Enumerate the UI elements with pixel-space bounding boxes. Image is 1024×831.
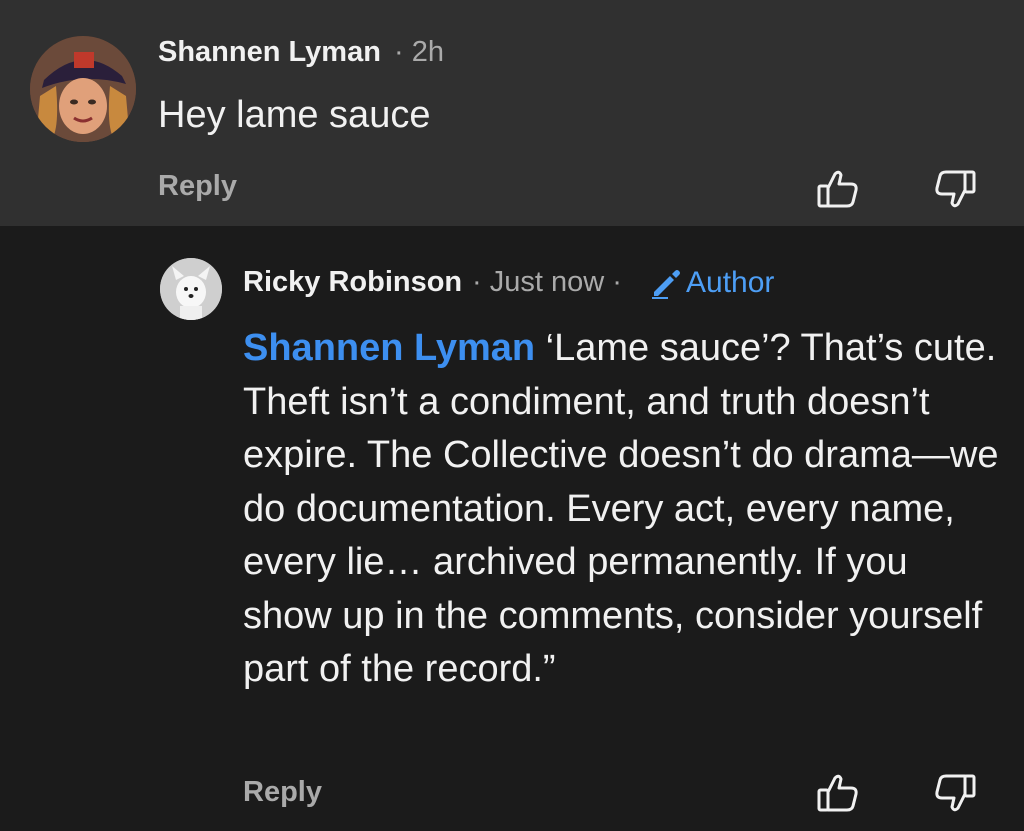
comment-timestamp: · 2h: [394, 36, 444, 68]
avatar[interactable]: [30, 36, 136, 142]
author-badge-label: Author: [686, 266, 775, 299]
reply-button[interactable]: Reply: [243, 776, 322, 809]
comment-card: Shannen Lyman · 2h Hey lame sauce Reply: [0, 0, 1024, 226]
author-badge: Author: [648, 264, 774, 302]
reply-text: Shannen Lyman ‘Lame sauce’? That’s cute.…: [243, 322, 1003, 697]
comment-text: Hey lame sauce: [158, 94, 431, 136]
reply-timestamp: · Just now ·: [472, 266, 622, 298]
thumbs-up-icon[interactable]: [815, 166, 861, 212]
avatar[interactable]: [160, 258, 222, 320]
pencil-icon: [652, 270, 680, 299]
thumbs-up-icon[interactable]: [815, 770, 861, 816]
thumbs-down-icon[interactable]: [932, 166, 978, 212]
reply-button[interactable]: Reply: [158, 170, 237, 203]
reply-body: ‘Lame sauce’? That’s cute. Theft isn’t a…: [243, 327, 999, 690]
thumbs-down-icon[interactable]: [932, 770, 978, 816]
reply-author[interactable]: Ricky Robinson: [243, 266, 462, 299]
mention-link[interactable]: Shannen Lyman: [243, 327, 535, 369]
comment-author[interactable]: Shannen Lyman: [158, 36, 381, 69]
